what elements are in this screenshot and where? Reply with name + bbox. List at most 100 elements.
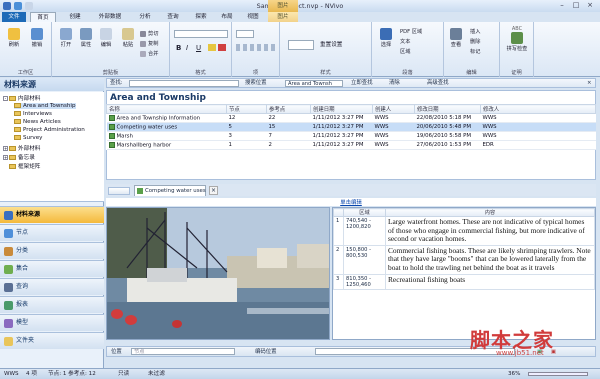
expand-icon[interactable]: + [3,146,8,151]
minimize-icon[interactable]: – [556,1,568,10]
click-to-edit-link[interactable]: 单击编辑 [106,198,596,206]
tab-analyze[interactable]: 分析 [132,12,158,22]
text-button[interactable]: 文本 [400,38,410,45]
expand-icon[interactable]: + [3,155,8,160]
tab-explore[interactable]: 探索 [188,12,214,22]
tab-query[interactable]: 查询 [160,12,186,22]
table-row[interactable]: Marshallberg harbor 12 1/11/2012 3:27 PM… [106,140,596,150]
table-row[interactable]: Area and Township Information 12 22 1/11/… [106,113,596,123]
reset-settings-button[interactable]: 重置设置 [320,40,342,48]
tree-externals[interactable]: + 外部材料 [3,144,40,152]
tree-memos[interactable]: + 备忘录 [3,153,35,161]
position-select[interactable]: 节点 [131,348,235,355]
tree-interviews[interactable]: Interviews [14,111,52,117]
tree-news-articles[interactable]: News Articles [14,119,61,125]
group-workspace: 刷新 撤销 工作区 [0,22,52,77]
region-row[interactable]: 3 810,350 - 1250,460 Recreational fishin… [333,273,595,290]
properties-button[interactable]: 属性 [76,28,96,48]
tab-picture[interactable]: 图片 [268,12,298,22]
tree-area-and-township[interactable]: Area and Township [14,103,76,109]
nav-models[interactable]: 模型 [0,314,104,331]
nav-folders[interactable]: 文件夹 [0,332,104,349]
paste-button[interactable]: 粘贴 [118,28,138,48]
col-references[interactable]: 参考点 [266,104,311,114]
close-icon[interactable]: × [584,1,596,10]
col-modified-by[interactable]: 修改人 [480,104,596,114]
font-size-select[interactable] [236,30,254,38]
highlight-icon[interactable] [208,44,216,51]
maximize-icon[interactable]: □ [570,1,582,10]
pdf-region-button[interactable]: PDF 区域 [400,28,422,35]
tree-project-administration[interactable]: Project Administration [14,127,85,133]
col-created-on[interactable]: 创建日期 [310,104,373,114]
tab-external-data[interactable]: 外部数据 [90,12,130,22]
sources-icon [4,211,13,220]
tab-file[interactable]: 文件 [2,12,26,22]
style-gallery-1[interactable] [288,40,314,50]
find-input[interactable] [129,80,239,87]
close-tab-icon[interactable]: × [209,186,218,195]
nav-nodes[interactable]: 节点 [0,224,104,241]
select-button[interactable]: 选择 [376,28,396,48]
cut-button[interactable]: 剪切 [140,30,158,37]
region-row[interactable]: 1 740,540 - 1200,820 Large waterfront ho… [333,216,595,246]
status-filter: 未过滤 [148,371,165,377]
nav-classifications[interactable]: 分类 [0,242,104,259]
region-button[interactable]: 区域 [400,48,410,55]
find-now-button[interactable]: 立即查找 [351,79,373,88]
tab-layout[interactable]: 布局 [214,12,240,22]
font-color-icon[interactable] [218,44,226,51]
alignment-icons[interactable] [236,44,276,51]
view-button[interactable]: 查看 [446,28,466,48]
classifications-icon [4,247,13,256]
underline-button[interactable]: U [196,44,201,52]
col-created-by[interactable]: 创建人 [372,104,415,114]
nav-sources[interactable]: 材料来源 [0,206,104,223]
nav-collections[interactable]: 集合 [0,260,104,277]
spell-check-button[interactable]: ABC 拼写检查 [504,26,530,52]
search-in-select[interactable]: Area and Townsh [285,80,343,87]
search-in-label[interactable]: 搜索位置 [245,79,267,88]
col-nodes[interactable]: 节点 [226,104,267,114]
nav-queries[interactable]: 查询 [0,278,104,295]
italic-button[interactable]: I [186,44,188,52]
tab-view[interactable]: 视图 [240,12,266,22]
mark-button[interactable]: 标记 [470,48,480,55]
font-select[interactable] [174,30,228,38]
copy-button[interactable]: 复制 [140,40,158,47]
tab-home[interactable]: 首页 [30,12,56,22]
zoom-slider[interactable] [528,372,588,376]
col-modified-on[interactable]: 修改日期 [414,104,481,114]
edit-button[interactable]: 编辑 [96,28,116,48]
harbor-photo[interactable] [106,207,330,340]
document-tab[interactable]: Competing water uses [134,185,206,196]
tree-framework-matrices[interactable]: 框架矩阵 [9,162,40,170]
collapse-icon[interactable]: - [3,96,8,101]
delete-button[interactable]: 删除 [470,38,480,45]
binoculars-icon [450,28,462,40]
merge-button[interactable]: 合并 [140,50,158,57]
advanced-find-button[interactable]: 高级查找 [427,79,449,88]
refresh-button[interactable]: 刷新 [3,28,25,48]
tree-survey[interactable]: Survey [14,135,42,141]
clear-button[interactable]: 清除 [389,79,400,88]
folder-icon [9,146,16,151]
undo-button[interactable]: 撤销 [26,28,48,48]
col-region[interactable]: 区域 [343,208,386,217]
table-row-selected[interactable]: Competing water uses 5 15 1/11/2012 3:27 … [106,122,596,132]
col-name[interactable]: 名称 [106,104,227,114]
region-row[interactable]: 2 150,800 - 800,530 Commercial fishing b… [333,244,595,275]
table-row[interactable]: Marsh 37 1/11/2012 3:27 PM WWS 19/06/2010… [106,131,596,141]
insert-button[interactable]: 插入 [470,28,480,35]
group-editing: 查看 插入 删除 标记 编辑 [444,22,500,77]
tab-create[interactable]: 创建 [62,12,88,22]
bold-button[interactable]: B [176,44,181,52]
close-find-icon[interactable]: × [587,79,592,88]
tree-internals[interactable]: - 内部材料 [3,94,40,102]
tab-scroll-icon[interactable] [108,187,130,195]
open-button[interactable]: 打开 [56,28,76,48]
nav-reports[interactable]: 报表 [0,296,104,313]
col-content[interactable]: 内容 [385,208,595,217]
image-source-icon [137,188,143,194]
status-read-only: 只读 [118,371,130,377]
